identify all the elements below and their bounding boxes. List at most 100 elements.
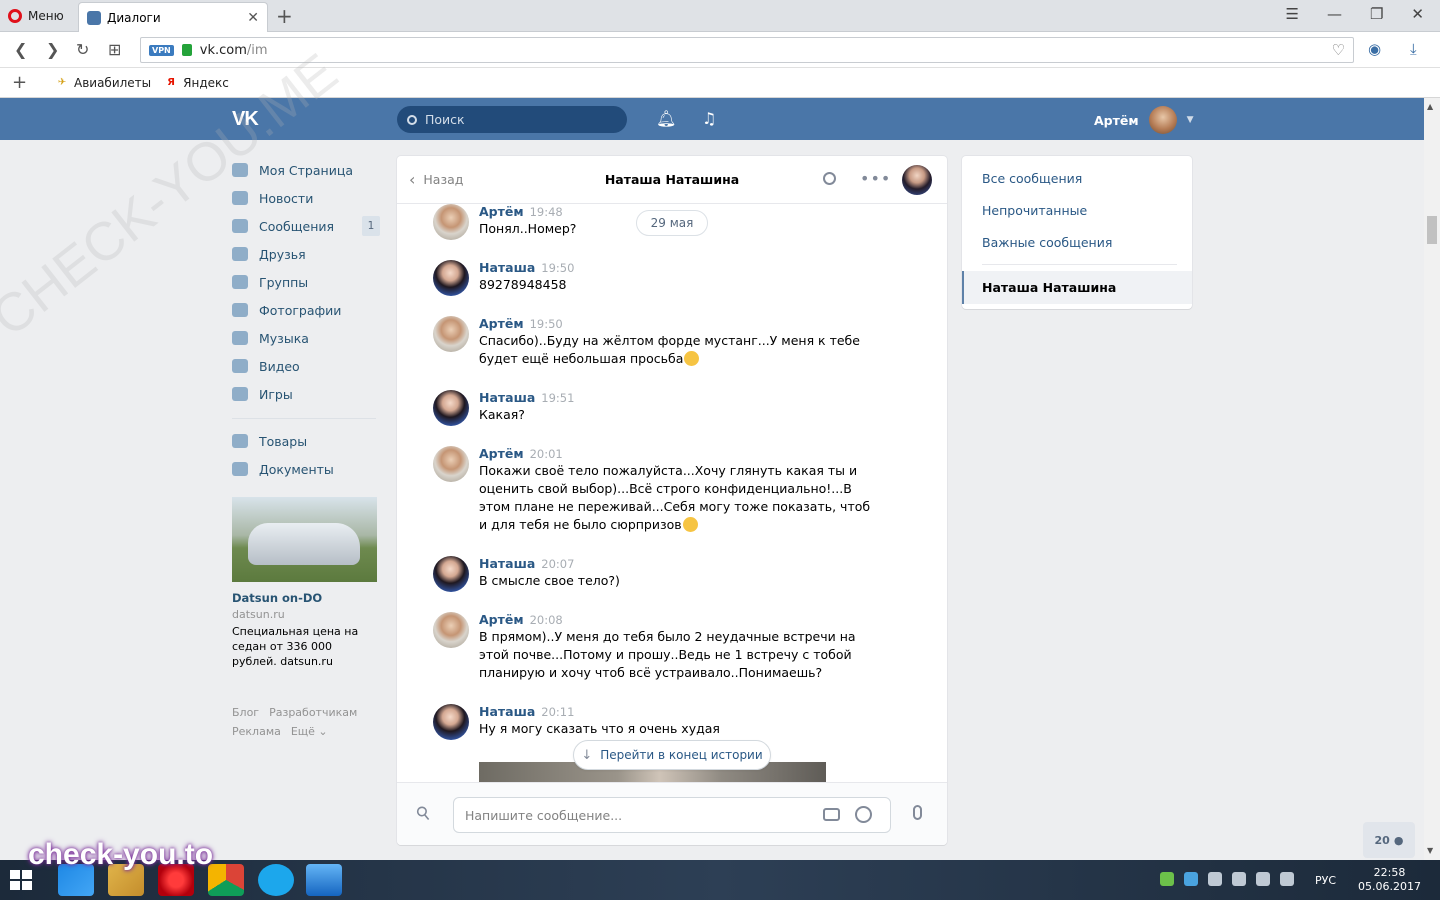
- footer-link-developers[interactable]: Разработчикам: [269, 706, 357, 719]
- message-avatar[interactable]: [433, 446, 469, 482]
- sidebar-item-my-page[interactable]: Моя Страница: [232, 156, 382, 184]
- filter-unread[interactable]: Непрочитанные: [962, 194, 1192, 226]
- close-window-icon[interactable]: ✕: [1411, 5, 1424, 23]
- restore-icon[interactable]: ❐: [1370, 5, 1383, 23]
- message-time: 20:08: [529, 613, 563, 627]
- message-text: В смысле свое тело?): [479, 573, 620, 588]
- filter-important[interactable]: Важные сообщения: [962, 226, 1192, 258]
- message-author[interactable]: Наташа: [479, 704, 535, 719]
- message-avatar[interactable]: [433, 704, 469, 740]
- message-author[interactable]: Артём: [479, 204, 524, 219]
- filter-all-messages[interactable]: Все сообщения: [962, 162, 1192, 194]
- network-icon[interactable]: [1256, 872, 1270, 886]
- notifications-bell-icon[interactable]: 🔔︎: [656, 109, 676, 128]
- online-counter[interactable]: 20 ●: [1363, 822, 1415, 858]
- file-explorer-icon[interactable]: [108, 864, 144, 896]
- message-avatar[interactable]: [433, 612, 469, 648]
- message-avatar[interactable]: [433, 556, 469, 592]
- jump-to-end-button[interactable]: ↓ Перейти в конец истории: [573, 740, 771, 770]
- header-user-menu[interactable]: Артём ▼: [1094, 106, 1193, 134]
- skype-icon[interactable]: [258, 864, 294, 896]
- ad-title[interactable]: Datsun on-DO: [232, 591, 377, 605]
- ad-image[interactable]: [232, 497, 377, 582]
- add-bookmark-icon[interactable]: +: [12, 72, 30, 93]
- bookmark-heart-icon[interactable]: ♡: [1332, 41, 1345, 59]
- tray-browser-icon[interactable]: [1184, 872, 1198, 886]
- sidebar-item-goods[interactable]: Товары: [232, 427, 382, 455]
- back-button[interactable]: ‹ Назад: [409, 171, 463, 187]
- scroll-thumb[interactable]: [1427, 216, 1437, 244]
- opera-menu-button[interactable]: Меню: [8, 7, 64, 25]
- message-text-wrap: Покажи своё тело пожалуйста...Хочу гляну…: [479, 462, 873, 534]
- message-author[interactable]: Артём: [479, 612, 524, 627]
- message-author[interactable]: Артём: [479, 446, 524, 461]
- scroll-down-icon[interactable]: ▼: [1427, 846, 1433, 855]
- sidebar-item-games[interactable]: Игры: [232, 380, 382, 408]
- sidebar-item-documents[interactable]: Документы: [232, 455, 382, 483]
- message-history[interactable]: Артём 19:48 Понял..Номер? 29 мая Наташа 19…: [397, 204, 947, 782]
- sidebar-item-friends[interactable]: Друзья: [232, 240, 382, 268]
- chrome-icon[interactable]: [208, 864, 244, 896]
- tools-icon[interactable]: [1232, 872, 1246, 886]
- sidebar-item-news[interactable]: Новости: [232, 184, 382, 212]
- flag-icon[interactable]: [1208, 872, 1222, 886]
- more-options-icon[interactable]: •••: [860, 169, 891, 188]
- vk-logo[interactable]: VK: [232, 108, 259, 131]
- message-author[interactable]: Наташа: [479, 260, 535, 275]
- ad-block[interactable]: Datsun on-DO datsun.ru Специальная цена …: [232, 497, 377, 669]
- footer-link-more[interactable]: Ещё ⌄: [291, 725, 328, 738]
- vpn-badge[interactable]: VPN: [149, 44, 174, 56]
- volume-icon[interactable]: [1280, 872, 1294, 886]
- windows-start-icon[interactable]: [10, 870, 32, 890]
- url-text[interactable]: vk.com/im: [200, 43, 1324, 58]
- message-author[interactable]: Наташа: [479, 390, 535, 405]
- footer-link-ads[interactable]: Реклама: [232, 725, 281, 738]
- minimize-icon[interactable]: —: [1327, 5, 1342, 23]
- chat-search-icon[interactable]: [823, 172, 836, 185]
- chat-partner-avatar[interactable]: [902, 165, 932, 195]
- message-avatar[interactable]: [433, 390, 469, 426]
- tab-menu-icon[interactable]: ☰: [1286, 5, 1299, 23]
- sidebar-item-photos[interactable]: Фотографии: [232, 296, 382, 324]
- bookmark-aviabilety[interactable]: ✈ Авиабилеты: [56, 76, 151, 90]
- paperclip-icon[interactable]: ⚲: [412, 801, 436, 826]
- reload-icon[interactable]: ↻: [76, 40, 89, 59]
- vpn-toggle-icon[interactable]: ◉: [1368, 40, 1381, 58]
- page-scrollbar[interactable]: ▲ ▼: [1424, 98, 1440, 860]
- download-icon[interactable]: ⤓: [1410, 40, 1417, 58]
- scroll-up-icon[interactable]: ▲: [1427, 102, 1433, 111]
- music-icon[interactable]: ♫: [702, 109, 716, 128]
- message-avatar[interactable]: [433, 204, 469, 240]
- footer-link-blog[interactable]: Блог: [232, 706, 259, 719]
- language-indicator[interactable]: РУС: [1315, 874, 1336, 887]
- message-avatar[interactable]: [433, 316, 469, 352]
- vk-search-input[interactable]: Поиск: [397, 106, 627, 133]
- emoji-picker-icon[interactable]: [855, 806, 872, 823]
- sidebar-item-groups[interactable]: Группы: [232, 268, 382, 296]
- sidebar-item-music[interactable]: Музыка: [232, 324, 382, 352]
- message-avatar[interactable]: [433, 260, 469, 296]
- sidebar-item-video[interactable]: Видео: [232, 352, 382, 380]
- opera-taskbar-icon[interactable]: [158, 864, 194, 896]
- camera-icon[interactable]: [823, 808, 840, 821]
- tab-close-icon[interactable]: ✕: [247, 10, 259, 26]
- computer-icon[interactable]: [306, 864, 342, 896]
- message-author[interactable]: Наташа: [479, 556, 535, 571]
- tray-app-icon[interactable]: [1160, 872, 1174, 886]
- lock-icon[interactable]: [181, 44, 192, 56]
- browser-tab-active[interactable]: Диалоги ✕: [78, 2, 268, 32]
- back-arrow-icon[interactable]: ❮: [14, 40, 27, 59]
- bookmark-yandex[interactable]: Я Яндекс: [165, 76, 229, 90]
- url-field[interactable]: VPN vk.com/im ♡: [140, 37, 1354, 63]
- message-author[interactable]: Артём: [479, 316, 524, 331]
- system-clock[interactable]: 22:58 05.06.2017: [1358, 866, 1421, 894]
- new-tab-icon[interactable]: +: [276, 4, 293, 28]
- message-text-wrap: Спасибо)..Буду на жёлтом форде мустанг..…: [479, 332, 873, 368]
- sidebar-item-messages[interactable]: Сообщения 1: [232, 212, 382, 240]
- active-dialog-item[interactable]: Наташа Наташина: [962, 271, 1192, 304]
- speed-dial-icon[interactable]: ⊞: [108, 40, 121, 59]
- chat-header: ‹ Назад Наташа Наташина •••: [397, 156, 947, 204]
- forward-arrow-icon[interactable]: ❯: [46, 40, 59, 59]
- ie-icon[interactable]: [58, 864, 94, 896]
- microphone-icon[interactable]: [913, 805, 922, 820]
